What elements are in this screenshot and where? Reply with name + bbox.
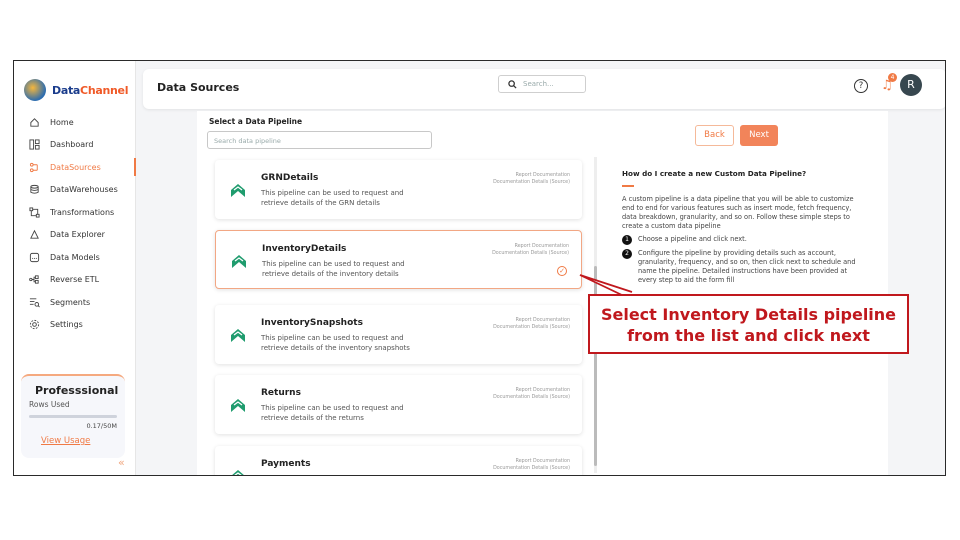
instruction-callout: Select Inventory Details pipeline from t… [588,294,909,354]
sidebar: DataChannel Home Dashboard DataSources D… [14,61,136,475]
step-text: Configure the pipeline by providing deta… [638,249,856,284]
documentation-details-link[interactable]: Documentation Details (Source) [493,179,570,186]
plan-card: Professsional Rows Used 0.17/50M View Us… [21,374,125,458]
settings-icon [28,319,40,331]
help-step: 2 Configure the pipeline by providing de… [622,249,862,285]
brand-name-accent: Channel [80,83,129,97]
pipeline-chevron-icon [232,470,244,475]
sidebar-item-dashboard[interactable]: Dashboard [14,134,135,157]
sidebar-item-data-explorer[interactable]: Data Explorer [14,224,135,247]
sidebar-item-label: DataWarehouses [50,185,118,195]
app-window: DataChannel Home Dashboard DataSources D… [13,60,946,476]
documentation-details-link[interactable]: Documentation Details (Source) [492,250,569,257]
brand-logo[interactable]: DataChannel [24,79,128,101]
sidebar-item-settings[interactable]: Settings [14,314,135,337]
pipeline-card-inventorydetails[interactable]: InventoryDetails This pipeline can be us… [215,230,582,289]
sidebar-item-label: DataSources [50,162,101,172]
pipeline-description: This pipeline can be used to request and… [261,334,410,352]
sidebar-item-label: Transformations [50,207,115,217]
documentation-details-link[interactable]: Documentation Details (Source) [493,465,570,472]
pipeline-name: GRNDetails [261,173,319,183]
pipeline-list: GRNDetails This pipeline can be used to … [197,155,597,475]
pipeline-name: Returns [261,388,301,398]
sidebar-item-reverse-etl[interactable]: Reverse ETL [14,269,135,292]
sidebar-item-transformations[interactable]: Transformations [14,201,135,224]
help-icon[interactable]: ? [854,79,868,93]
pipeline-description: This pipeline can be used to request and… [262,260,405,278]
report-documentation-link[interactable]: Report Documentation [493,458,570,465]
pipeline-name: Payments [261,459,311,469]
plan-title: Professsional [35,384,119,397]
models-icon [28,251,40,263]
pipeline-search-input[interactable]: Search data pipeline [207,131,432,149]
sidebar-item-home[interactable]: Home [14,111,135,134]
header: Data Sources Search... ? ♫ 4 R [143,69,945,109]
view-usage-link[interactable]: View Usage [41,436,117,446]
help-panel: How do I create a new Custom Data Pipeli… [622,169,862,285]
rows-used-bar [29,415,117,418]
pipeline-description: This pipeline can be used to request and… [261,189,404,207]
pipeline-chevron-icon [232,255,246,268]
sidebar-nav: Home Dashboard DataSources DataWarehouse… [14,111,136,337]
pipeline-name: InventoryDetails [262,244,347,254]
step-text: Choose a pipeline and click next. [638,235,747,243]
sidebar-item-data-models[interactable]: Data Models [14,246,135,269]
help-step: 1 Choose a pipeline and click next. [622,235,862,245]
sidebar-item-label: Reverse ETL [50,275,100,285]
report-documentation-link[interactable]: Report Documentation [493,317,570,324]
report-documentation-link[interactable]: Report Documentation [493,172,570,179]
next-button[interactable]: Next [740,125,778,146]
header-search-placeholder: Search... [523,80,554,88]
sidebar-item-label: Dashboard [50,140,94,150]
pipeline-name: InventorySnapshots [261,318,363,328]
pipeline-chevron-icon [231,184,245,197]
selected-check-icon: ✓ [557,266,567,276]
report-documentation-link[interactable]: Report Documentation [493,387,570,394]
select-pipeline-label: Select a Data Pipeline [209,117,303,126]
pipeline-panel: Select a Data Pipeline Search data pipel… [197,111,888,475]
home-icon [28,116,40,128]
search-icon [508,79,517,89]
header-search[interactable]: Search... [498,75,586,93]
brand-name: Data [52,83,81,97]
help-divider [622,185,634,187]
sidebar-item-datawarehouses[interactable]: DataWarehouses [14,179,135,202]
notification-badge: 4 [888,73,897,82]
report-documentation-link[interactable]: Report Documentation [492,243,569,250]
sidebar-item-label: Home [50,117,74,127]
help-title: How do I create a new Custom Data Pipeli… [622,169,807,178]
database-icon [28,184,40,196]
avatar[interactable]: R [900,74,922,96]
sidebar-item-label: Data Explorer [50,230,105,240]
datasources-icon [28,161,40,173]
pipeline-card-returns[interactable]: Returns This pipeline can be used to req… [215,375,582,434]
sidebar-item-datasources[interactable]: DataSources [14,156,136,179]
sidebar-item-label: Data Models [50,252,100,262]
back-button[interactable]: Back [695,125,734,146]
pipeline-card-grndetails[interactable]: GRNDetails This pipeline can be used to … [215,160,582,219]
page-title: Data Sources [157,81,240,94]
pipeline-card-payments[interactable]: Payments Report Documentation Documentati… [215,446,582,475]
dashboard-icon [28,139,40,151]
segments-icon [28,296,40,308]
reverse-etl-icon [28,274,40,286]
pipeline-chevron-icon [231,399,245,412]
rows-used-label: Rows Used [29,400,70,409]
step-number: 1 [622,235,632,245]
collapse-sidebar-icon[interactable]: « [118,456,125,469]
pipeline-chevron-icon [231,329,245,342]
rows-used-value: 0.17/50M [86,422,117,430]
sidebar-item-label: Settings [50,320,83,330]
logo-icon [24,79,46,101]
sidebar-item-label: Segments [50,297,91,307]
documentation-details-link[interactable]: Documentation Details (Source) [493,394,570,401]
help-text: A custom pipeline is a data pipeline tha… [622,195,854,230]
sidebar-item-segments[interactable]: Segments [14,291,135,314]
documentation-details-link[interactable]: Documentation Details (Source) [493,324,570,331]
explorer-icon [28,229,40,241]
pipeline-card-inventorysnapshots[interactable]: InventorySnapshots This pipeline can be … [215,305,582,364]
pipeline-description: This pipeline can be used to request and… [261,404,404,422]
step-number: 2 [622,249,632,259]
transform-icon [28,206,40,218]
